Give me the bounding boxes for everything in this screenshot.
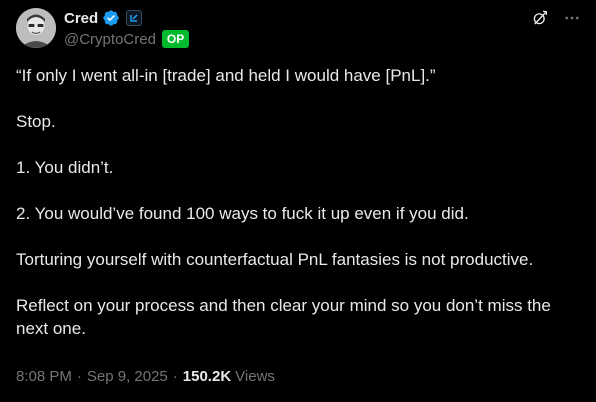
views-label: Views <box>235 368 275 385</box>
grok-icon <box>533 10 547 25</box>
user-avatar-icon <box>16 8 56 48</box>
affiliate-badge-icon[interactable] <box>126 10 143 26</box>
op-badge: OP <box>161 30 190 48</box>
author-handle-row: @CryptoCred OP <box>64 29 190 49</box>
author-avatar[interactable] <box>16 8 56 48</box>
author-handle[interactable]: @CryptoCred <box>64 31 156 48</box>
tweet-top-actions <box>530 8 582 28</box>
tweet-date[interactable]: Sep 9, 2025 <box>87 368 168 385</box>
meta-separator: · <box>76 368 82 385</box>
tweet-meta: 8:08 PM · Sep 9, 2025 · 150.2K Views <box>16 368 275 385</box>
views-count: 150.2K <box>182 368 232 385</box>
more-options-button[interactable] <box>562 8 582 28</box>
author-name-row: Cred <box>64 8 143 28</box>
tweet-time[interactable]: 8:08 PM <box>16 368 72 385</box>
tweet-paragraph: Reflect on your process and then clear y… <box>16 296 551 338</box>
verified-badge-icon <box>103 10 119 26</box>
grok-button[interactable] <box>530 8 550 28</box>
tweet-paragraph: Torturing yourself with counterfactual P… <box>16 250 534 269</box>
tweet-body: “If only I went all-in [trade] and held … <box>16 64 576 363</box>
tweet-card: Cred @CryptoCred OP “If only I went all-… <box>0 0 596 402</box>
tweet-paragraph: 1. You didn’t. <box>16 158 114 177</box>
tweet-paragraph: Stop. <box>16 112 56 131</box>
more-options-icon <box>565 16 579 20</box>
tweet-paragraph: “If only I went all-in [trade] and held … <box>16 66 436 85</box>
author-display-name[interactable]: Cred <box>64 10 98 27</box>
meta-separator: · <box>172 368 178 385</box>
tweet-paragraph: 2. You would’ve found 100 ways to fuck i… <box>16 204 469 223</box>
